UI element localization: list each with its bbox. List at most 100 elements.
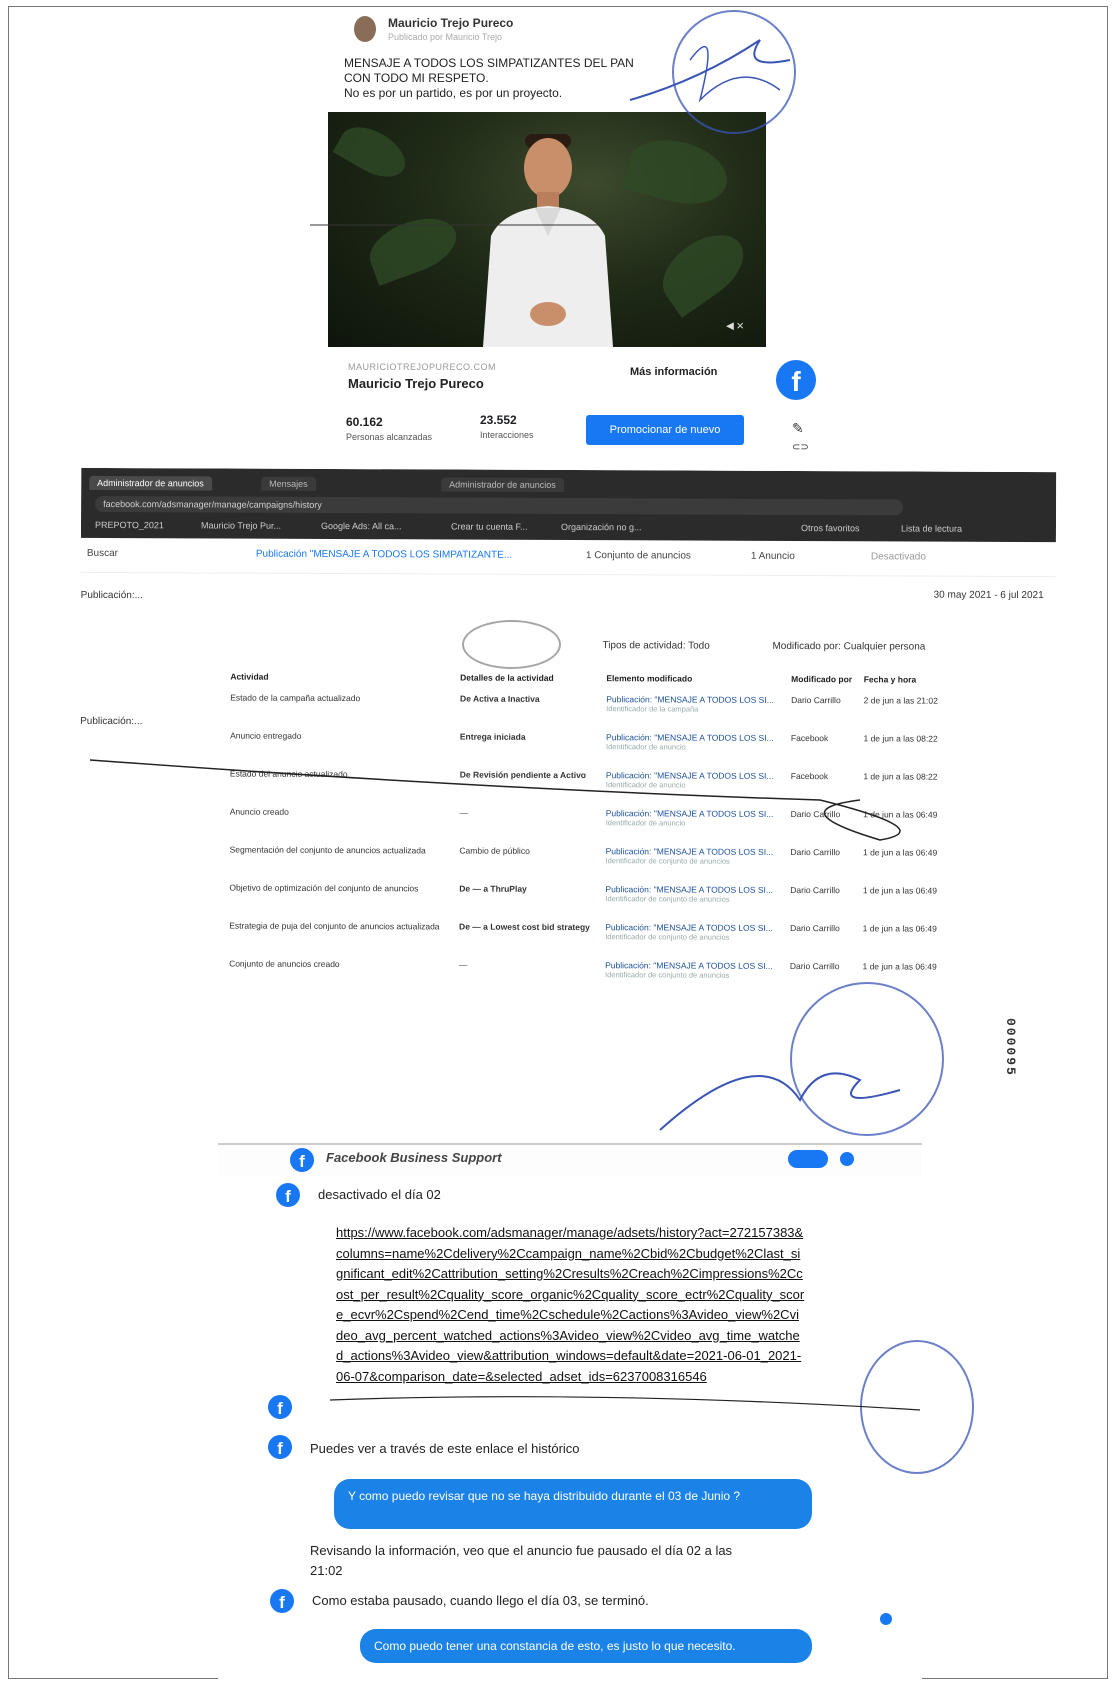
interactions-value: 23.552 bbox=[480, 413, 517, 427]
interactions-label: Interacciones bbox=[480, 430, 534, 440]
bookmark-7[interactable]: Lista de lectura bbox=[901, 521, 962, 535]
col-activity: Actividad bbox=[230, 671, 269, 682]
modified-by-cell: Dario Carrillo bbox=[790, 846, 841, 858]
col-date: Fecha y hora bbox=[863, 674, 917, 685]
browser-tab-3[interactable]: Administrador de anuncios bbox=[441, 477, 564, 492]
activity-cell: Segmentación del conjunto de anuncios ac… bbox=[229, 844, 426, 856]
breadcrumb-publication[interactable]: Publicación "MENSAJE A TODOS LOS SIMPATI… bbox=[256, 549, 512, 561]
post-message-line-3: No es por un partido, es por un proyecto… bbox=[344, 86, 563, 100]
details-cell: — bbox=[459, 807, 469, 818]
reach-value: 60.162 bbox=[346, 415, 383, 429]
address-bar[interactable]: facebook.com/adsmanager/manage/campaigns… bbox=[95, 495, 904, 516]
post-video[interactable]: ◄× bbox=[328, 112, 766, 347]
col-details: Detalles de la actividad bbox=[460, 672, 554, 683]
element-id-sub: Identificador de la campaña bbox=[606, 704, 699, 714]
element-id-sub: Identificador de conjunto de anuncios bbox=[605, 932, 730, 942]
modified-by-cell: Dario Carrillo bbox=[790, 884, 840, 896]
chat-title: Facebook Business Support bbox=[326, 1150, 502, 1165]
activity-cell: Estado de la campaña actualizado bbox=[230, 692, 361, 704]
mute-icon[interactable]: ◄× bbox=[724, 318, 744, 333]
post-message-line-2: CON TODO MI RESPETO. bbox=[344, 71, 489, 85]
activity-cell: Estrategia de puja del conjunto de anunc… bbox=[229, 920, 440, 932]
modified-by-cell: Dario Carrillo bbox=[790, 808, 841, 820]
element-id-sub: Identificador de anuncio bbox=[606, 742, 686, 752]
table-row: Estrategia de puja del conjunto de anunc… bbox=[225, 917, 945, 958]
element-id-sub: Identificador de conjunto de anuncios bbox=[605, 970, 730, 980]
table-row: Objetivo de optimización del conjunto de… bbox=[225, 879, 945, 920]
facebook-avatar-icon: f bbox=[276, 1183, 300, 1207]
facebook-avatar-icon: f bbox=[270, 1589, 294, 1613]
element-cell[interactable]: Publicación: "MENSAJE A TODOS LOS SI... I… bbox=[602, 690, 787, 729]
post-message-line-1: MENSAJE A TODOS LOS SIMPATIZANTES DEL PA… bbox=[344, 56, 634, 70]
table-row: Anuncio creado — Publicación: "MENSAJE A T… bbox=[226, 803, 946, 844]
chat-message-1: desactivado el día 02 bbox=[318, 1187, 441, 1202]
official-seal-stamp bbox=[790, 982, 944, 1136]
link-title[interactable]: Mauricio Trejo Pureco bbox=[348, 376, 484, 391]
details-cell: — bbox=[458, 959, 468, 970]
bookmark-2[interactable]: Mauricio Trejo Pur... bbox=[201, 518, 281, 532]
element-cell[interactable]: Publicación: "MENSAJE A TODOS LOS SI... I… bbox=[602, 804, 787, 843]
seen-indicator-icon bbox=[880, 1613, 892, 1625]
search-label[interactable]: Buscar bbox=[87, 548, 118, 559]
activity-type-filter[interactable]: Tipos de actividad: Todo bbox=[602, 640, 709, 651]
facebook-logo-icon: f bbox=[290, 1148, 314, 1172]
facebook-avatar-icon: f bbox=[268, 1395, 292, 1419]
date-cell: 2 de jun a las 21:02 bbox=[863, 695, 938, 706]
bookmark-4[interactable]: Crear tu cuenta F... bbox=[451, 519, 528, 533]
browser-tab-1[interactable]: Administrador de anuncios bbox=[89, 475, 212, 491]
details-cell: De — a Lowest cost bid strategy bbox=[459, 921, 590, 933]
link-icon[interactable]: ⊂⊃ bbox=[792, 442, 809, 453]
edit-icon[interactable]: ✎ bbox=[792, 420, 804, 437]
bookmark-5[interactable]: Organización no g... bbox=[561, 520, 642, 534]
element-cell[interactable]: Publicación: "MENSAJE A TODOS LOS SI... I… bbox=[601, 956, 786, 995]
modified-by-cell: Facebook bbox=[790, 770, 829, 782]
history-link[interactable]: https://www.facebook.com/adsmanager/mana… bbox=[336, 1223, 806, 1387]
sidebar-publication[interactable]: Publicación:... bbox=[81, 590, 143, 601]
breadcrumb-adsets[interactable]: 1 Conjunto de anuncios bbox=[586, 550, 691, 561]
browser-tab-2[interactable]: Mensajes bbox=[261, 476, 316, 491]
document-serial-number: 000095 bbox=[1003, 1018, 1018, 1077]
element-cell[interactable]: Publicación: "MENSAJE A TODOS LOS SI... I… bbox=[602, 728, 787, 767]
facebook-logo-icon: f bbox=[776, 360, 816, 400]
date-cell: 1 de jun a las 06:49 bbox=[862, 923, 937, 934]
facebook-avatar-icon: f bbox=[268, 1435, 292, 1459]
oval-stamp bbox=[462, 620, 561, 669]
author-avatar[interactable] bbox=[354, 16, 376, 42]
promote-again-button[interactable]: Promocionar de nuevo bbox=[586, 415, 744, 445]
bookmark-6[interactable]: Otros favoritos bbox=[801, 521, 860, 535]
modified-by-filter[interactable]: Modificado por: Cualquier persona bbox=[772, 641, 925, 653]
sidebar-publication-folder[interactable]: Publicación:... bbox=[80, 716, 142, 727]
date-cell: 1 de jun a las 08:22 bbox=[863, 733, 938, 744]
element-cell[interactable]: Publicación: "MENSAJE A TODOS LOS SI... I… bbox=[601, 842, 786, 881]
element-cell[interactable]: Publicación: "MENSAJE A TODOS LOS SI... I… bbox=[602, 766, 787, 805]
element-cell[interactable]: Publicación: "MENSAJE A TODOS LOS SI... I… bbox=[601, 918, 786, 957]
history-table: Actividad Detalles de la actividad Eleme… bbox=[225, 665, 946, 996]
status-toggle-label[interactable]: Desactivado bbox=[871, 551, 926, 562]
details-cell: Cambio de público bbox=[459, 845, 530, 856]
activity-cell: Objetivo de optimización del conjunto de… bbox=[229, 882, 419, 894]
details-cell: De Revisión pendiente a Activo bbox=[459, 769, 587, 781]
element-cell[interactable]: Publicación: "MENSAJE A TODOS LOS SI... I… bbox=[601, 880, 786, 919]
reach-label: Personas alcanzadas bbox=[346, 432, 433, 442]
element-id-sub: Identificador de anuncio bbox=[605, 818, 686, 828]
bookmark-1[interactable]: PREPOTO_2021 bbox=[95, 518, 164, 532]
date-cell: 1 de jun a las 06:49 bbox=[862, 847, 938, 858]
table-row: Estado del anuncio actualizado De Revisió… bbox=[226, 765, 946, 806]
user-message-2: Como puedo tener una constancia de esto,… bbox=[360, 1629, 812, 1663]
chat-message-2: Puedes ver a través de este enlace el hi… bbox=[310, 1441, 580, 1456]
breadcrumb-ads[interactable]: 1 Anuncio bbox=[751, 551, 795, 562]
element-id-sub: Identificador de anuncio bbox=[605, 780, 686, 790]
modified-by-cell: Facebook bbox=[790, 732, 829, 744]
col-element: Elemento modificado bbox=[606, 673, 693, 684]
post-author[interactable]: Mauricio Trejo Pureco bbox=[388, 16, 513, 30]
chat-header: f Facebook Business Support bbox=[218, 1143, 922, 1175]
activity-cell: Conjunto de anuncios creado bbox=[229, 958, 340, 970]
browser-chrome: Administrador de anuncios Mensajes Admin… bbox=[80, 467, 1057, 543]
bookmark-3[interactable]: Google Ads: All ca... bbox=[321, 519, 402, 533]
table-row: Estado de la campaña actualizado De Activ… bbox=[226, 689, 946, 730]
col-modified-by: Modificado por bbox=[791, 673, 853, 685]
user-message-1: Y como puedo revisar que no se haya dist… bbox=[334, 1479, 812, 1529]
more-info-button[interactable]: Más información bbox=[630, 366, 717, 378]
date-range-picker[interactable]: 30 may 2021 - 6 jul 2021 bbox=[934, 590, 1044, 601]
history-header-row: Actividad Detalles de la actividad Eleme… bbox=[226, 665, 946, 692]
